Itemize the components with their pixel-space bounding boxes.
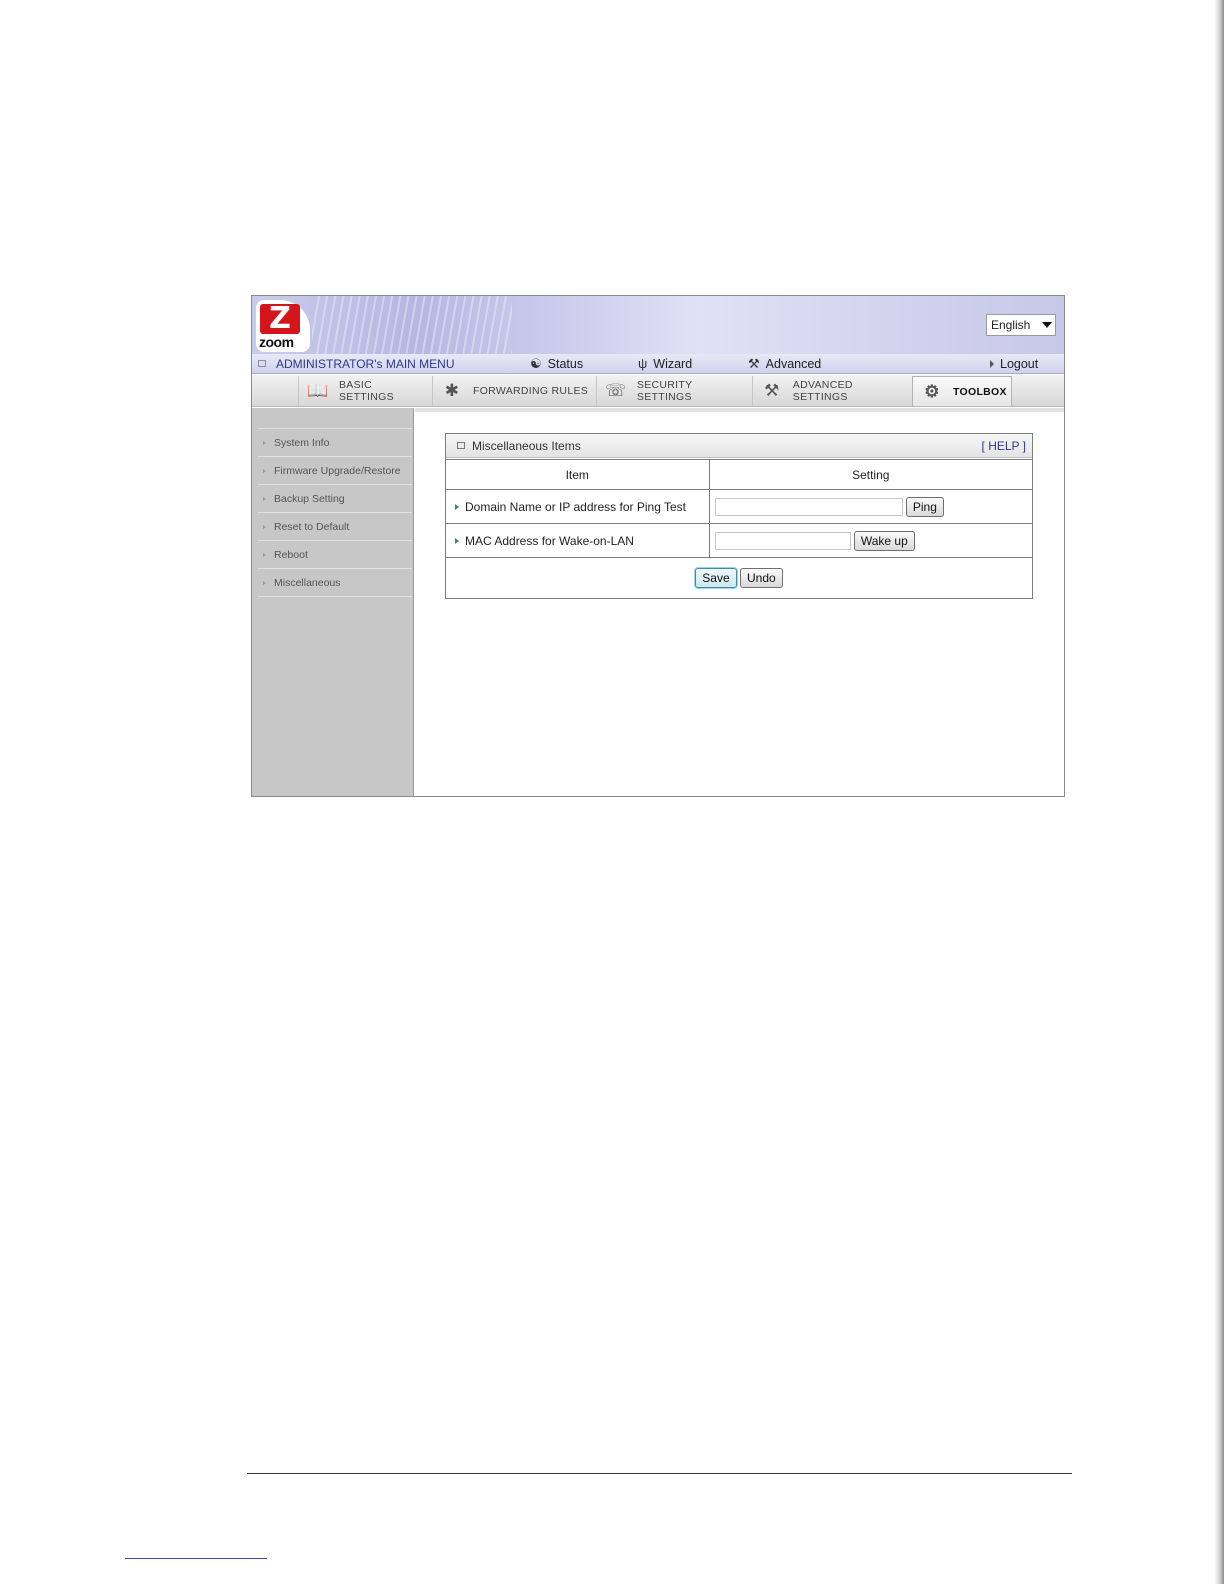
forwarding-rules-icon: ✱ <box>444 381 460 400</box>
tab-security-settings[interactable]: ☏ SECURITY SETTINGS <box>596 376 750 406</box>
bullet-icon <box>263 552 266 557</box>
zoom-logo-text: zoom <box>259 334 294 350</box>
sidebar-item-label: Reset to Default <box>274 520 350 533</box>
sidebar-item-label: Reboot <box>274 548 308 561</box>
actions-row: Save Undo <box>446 557 1032 598</box>
sidebar-item-reboot[interactable]: Reboot <box>258 541 412 569</box>
settings-table: Item Setting Domain Name or IP address f… <box>446 459 1032 598</box>
sidebar-item-label: Backup Setting <box>274 492 345 505</box>
sidebar-item-miscellaneous[interactable]: Miscellaneous <box>258 569 412 597</box>
sidebar-item-system-info[interactable]: System Info <box>258 429 412 457</box>
main-menu-bar: ADMINISTRATOR's MAIN MENU ☯ Status ψ Wiz… <box>252 354 1064 374</box>
language-select[interactable]: English <box>986 314 1056 336</box>
main-menu-title: ADMINISTRATOR's MAIN MENU <box>276 357 455 371</box>
tab-toolbox-label: TOOLBOX <box>953 385 1007 398</box>
footer-rule <box>247 1473 1072 1474</box>
sidebar-item-label: Miscellaneous <box>274 576 341 589</box>
help-link[interactable]: [ HELP ] <box>982 439 1026 453</box>
row-label-cell: MAC Address for Wake-on-LAN <box>446 523 710 558</box>
bullet-icon <box>263 496 266 501</box>
zoom-logo: Z zoom <box>256 300 310 352</box>
undo-button[interactable]: Undo <box>740 567 783 588</box>
bullet-icon <box>263 440 266 445</box>
column-header-item: Item <box>446 459 710 490</box>
panel-header: Miscellaneous Items [ HELP ] <box>446 434 1032 458</box>
tab-forwarding-rules-label: FORWARDING RULES <box>473 385 589 397</box>
ping-target-input[interactable] <box>714 497 903 516</box>
save-button[interactable]: Save <box>695 567 737 588</box>
sidebar-item-backup-setting[interactable]: Backup Setting <box>258 485 412 513</box>
wake-on-lan-label: MAC Address for Wake-on-LAN <box>465 533 634 548</box>
logout-link[interactable]: Logout <box>990 355 1038 373</box>
toolbox-sidebar: System Info Firmware Upgrade/Restore Bac… <box>252 408 414 796</box>
menu-item-wizard-label: Wizard <box>653 357 693 371</box>
wake-up-button[interactable]: Wake up <box>853 530 915 551</box>
bullet-icon <box>263 524 266 529</box>
router-admin-window: Z zoom English ADMINISTRATOR's MAIN MENU… <box>251 295 1065 797</box>
panel-square-icon <box>457 442 465 449</box>
row-label-cell: Domain Name or IP address for Ping Test <box>446 489 710 524</box>
tab-advanced-settings[interactable]: ⚒ ADVANCED SETTINGS <box>752 376 910 406</box>
basic-settings-icon: 📖 <box>307 381 329 400</box>
zoom-logo-mark-icon: Z <box>260 304 300 334</box>
tab-basic-settings-label: BASIC SETTINGS <box>338 379 394 403</box>
banner-decoration <box>312 296 512 354</box>
tab-basic-settings[interactable]: 📖 BASIC SETTINGS <box>298 376 430 406</box>
bullet-icon <box>263 468 266 473</box>
table-row: Domain Name or IP address for Ping Test … <box>446 489 1032 524</box>
column-header-setting: Setting <box>709 459 1032 490</box>
menu-item-status[interactable]: ☯ Status <box>530 355 583 373</box>
security-settings-icon: ☏ <box>605 381 627 400</box>
chevron-down-icon <box>1042 322 1052 328</box>
language-select-value: English <box>991 318 1031 332</box>
row-arrow-icon <box>455 503 459 510</box>
sidebar-item-reset-to-default[interactable]: Reset to Default <box>258 513 412 541</box>
tab-security-settings-label: SECURITY SETTINGS <box>636 379 693 403</box>
row-setting-cell: Wake up <box>709 523 1032 558</box>
status-icon: ☯ <box>530 356 542 371</box>
sidebar-item-label: System Info <box>274 436 330 449</box>
logout-label: Logout <box>1000 357 1039 371</box>
panel-title: Miscellaneous Items <box>472 439 581 453</box>
table-header-row: Item Setting <box>446 459 1032 490</box>
menu-item-advanced-label: Advanced <box>765 357 822 371</box>
menu-item-status-label: Status <box>547 357 584 371</box>
tab-forwarding-rules[interactable]: ✱ FORWARDING RULES <box>432 376 594 406</box>
logout-arrow-icon <box>990 360 994 368</box>
wizard-icon: ψ <box>638 356 648 371</box>
footer-link-underline <box>125 1558 267 1559</box>
bullet-icon <box>263 580 266 585</box>
row-arrow-icon <box>455 537 459 544</box>
miscellaneous-items-panel: Miscellaneous Items [ HELP ] Item Settin… <box>445 433 1033 599</box>
tab-toolbox[interactable]: ⚙ TOOLBOX <box>912 376 1012 406</box>
sidebar-item-firmware-upgrade[interactable]: Firmware Upgrade/Restore <box>258 457 412 485</box>
advanced-icon: ⚒ <box>748 356 760 371</box>
main-content: Miscellaneous Items [ HELP ] Item Settin… <box>415 408 1064 796</box>
header-banner: Z zoom English <box>252 296 1064 354</box>
advanced-settings-icon: ⚒ <box>764 381 780 400</box>
mac-address-input[interactable] <box>714 531 851 550</box>
tab-advanced-settings-label: ADVANCED SETTINGS <box>792 379 853 403</box>
toolbox-icon: ⚙ <box>924 381 940 401</box>
table-row: MAC Address for Wake-on-LAN Wake up <box>446 523 1032 558</box>
page-edge-shadow <box>1214 0 1224 1584</box>
menu-item-wizard[interactable]: ψ Wizard <box>638 355 692 373</box>
ping-button[interactable]: Ping <box>905 496 944 517</box>
menu-item-advanced[interactable]: ⚒ Advanced <box>748 355 821 373</box>
actions-cell: Save Undo <box>446 557 1032 598</box>
menu-square-icon <box>258 360 266 367</box>
row-setting-cell: Ping <box>709 489 1032 524</box>
sidebar-item-label: Firmware Upgrade/Restore <box>274 464 401 477</box>
settings-tab-bar: 📖 BASIC SETTINGS ✱ FORWARDING RULES ☏ SE… <box>252 375 1064 407</box>
ping-test-label: Domain Name or IP address for Ping Test <box>465 499 686 514</box>
